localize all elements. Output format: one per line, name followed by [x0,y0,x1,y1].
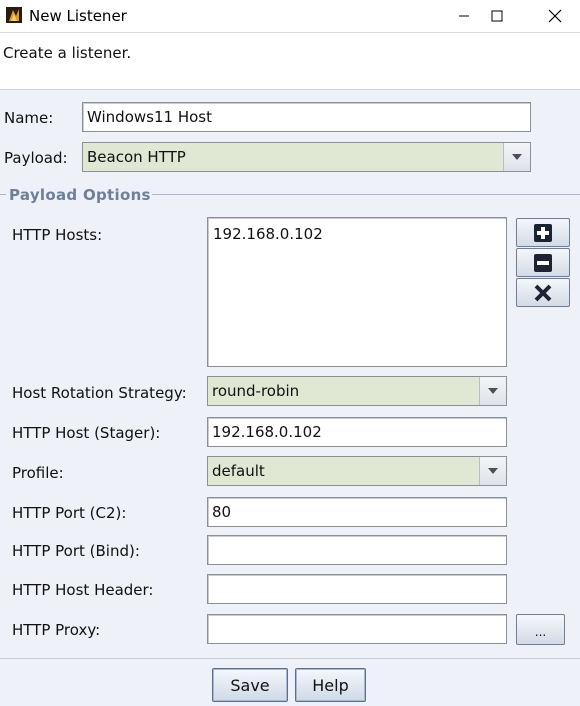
help-button[interactable]: Help [295,668,366,702]
bottom-divider [0,658,580,659]
payload-select-value: Beacon HTTP [87,148,186,166]
name-label: Name: [4,109,54,127]
profile-select-value: default [212,462,265,480]
payload-select[interactable]: Beacon HTTP [82,142,531,172]
port-c2-label: HTTP Port (C2): [12,504,127,522]
rotation-label: Host Rotation Strategy: [12,384,187,402]
stager-field[interactable]: 192.168.0.102 [207,417,507,447]
header-description: Create a listener. [3,44,132,62]
payload-options-title: Payload Options [9,186,151,204]
plus-icon [534,223,552,242]
proxy-field[interactable] [207,614,507,644]
minus-icon [534,253,552,272]
list-item[interactable]: 192.168.0.102 [208,218,506,243]
maximize-button[interactable] [474,0,520,32]
minimize-icon [459,15,469,17]
save-button[interactable]: Save [212,668,288,702]
remove-host-button[interactable] [516,248,570,277]
close-button[interactable] [532,0,578,32]
host-header-label: HTTP Host Header: [12,581,154,599]
http-hosts-label: HTTP Hosts: [12,226,103,244]
port-bind-field[interactable] [207,535,507,565]
port-bind-label: HTTP Port (Bind): [12,542,140,560]
http-hosts-list[interactable]: 192.168.0.102 [207,217,507,367]
host-header-field[interactable] [207,574,507,604]
proxy-browse-button[interactable]: ... [516,614,565,645]
options-divider [152,194,580,195]
chevron-down-icon [479,377,506,405]
profile-select[interactable]: default [207,456,507,486]
chevron-down-icon [503,143,530,171]
app-icon [6,7,22,23]
clear-hosts-button[interactable] [516,278,570,307]
profile-label: Profile: [12,464,64,482]
payload-label: Payload: [4,149,68,167]
port-c2-field[interactable]: 80 [207,497,507,527]
window-title: New Listener [29,7,127,25]
x-icon [534,284,552,301]
rotation-select-value: round-robin [212,382,300,400]
options-divider [0,194,6,195]
proxy-label: HTTP Proxy: [12,621,101,639]
maximize-icon [491,10,503,22]
close-icon [548,9,562,23]
add-host-button[interactable] [516,218,570,247]
rotation-select[interactable]: round-robin [207,376,507,406]
stager-label: HTTP Host (Stager): [12,424,161,442]
name-field[interactable]: Windows11 Host [82,102,531,132]
chevron-down-icon [479,457,506,485]
